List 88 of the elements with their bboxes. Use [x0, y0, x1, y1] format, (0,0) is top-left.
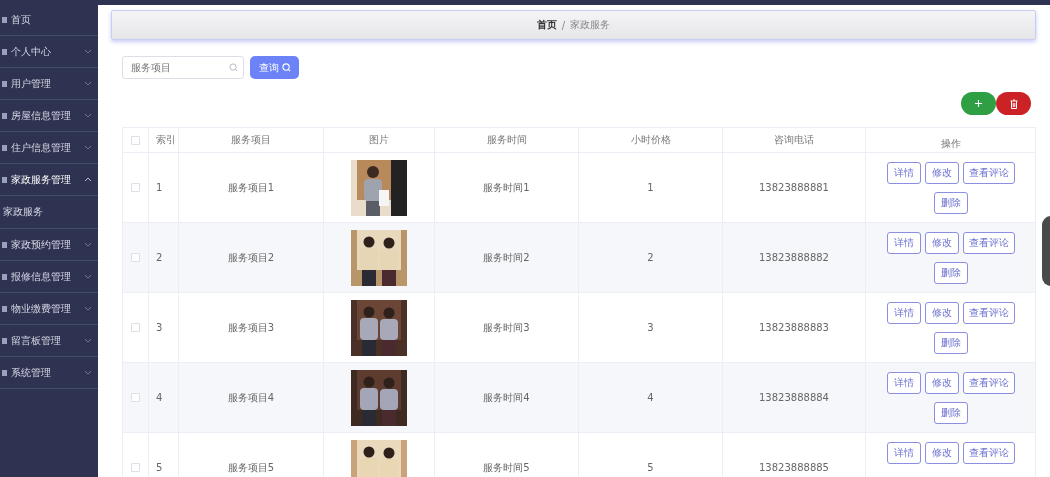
row-action-button[interactable]: 查看评论: [962, 302, 1015, 324]
column-header: 索引: [149, 128, 179, 152]
table-cell: 服务时间4: [483, 390, 530, 405]
menu-item-icon: [2, 48, 7, 55]
add-button[interactable]: [961, 92, 996, 115]
table-cell: 1: [156, 182, 163, 193]
row-action-button[interactable]: 修改: [924, 162, 959, 184]
checkbox[interactable]: [131, 323, 140, 332]
checkbox[interactable]: [131, 183, 140, 192]
table-cell: 服务时间2: [483, 250, 530, 265]
menu-item-icon: [2, 112, 7, 119]
menu-item-icon: [2, 337, 7, 344]
row-action-button[interactable]: 详情: [886, 232, 921, 254]
row-action-button[interactable]: 查看评论: [962, 372, 1015, 394]
column-header: 咨询电话: [723, 128, 866, 152]
table-cell: 13823888885: [759, 462, 829, 473]
row-action-button[interactable]: 删除: [933, 262, 968, 284]
row-action-button[interactable]: 详情: [886, 162, 921, 184]
row-action-button[interactable]: 详情: [886, 372, 921, 394]
menu-item-icon: [2, 369, 7, 376]
table-cell: 服务项目1: [227, 180, 275, 195]
table-cell: 13823888882: [759, 252, 829, 263]
chevron-icon: [84, 49, 92, 54]
chevron-icon: [84, 81, 92, 86]
column-header: 服务项目: [179, 128, 324, 152]
menu-item-icon: [2, 176, 7, 183]
table-cell: 服务项目2: [227, 250, 275, 265]
row-action-button[interactable]: 查看评论: [962, 162, 1015, 184]
plus-icon: [974, 99, 983, 108]
search-field[interactable]: 服务项目: [122, 56, 244, 79]
table-cell: 5: [647, 462, 654, 473]
breadcrumb-link[interactable]: 首页: [536, 18, 557, 32]
chevron-icon: [84, 145, 92, 150]
menu-item-icon: [2, 80, 7, 87]
table-cell: 2: [156, 252, 163, 263]
table-cell: 2: [647, 252, 654, 263]
checkbox[interactable]: [131, 135, 140, 145]
checkbox[interactable]: [131, 393, 140, 402]
chevron-icon: [84, 113, 92, 118]
table-cell: 3: [647, 322, 654, 333]
table-cell: 服务项目4: [227, 390, 275, 405]
row-action-button[interactable]: 删除: [933, 402, 968, 424]
table-cell: 13823888884: [759, 392, 829, 403]
chevron-icon: [84, 370, 92, 375]
menu-item-icon: [2, 16, 7, 23]
table-cell: 服务时间5: [483, 460, 530, 475]
row-action-button[interactable]: 修改: [924, 442, 959, 464]
search-button[interactable]: 查询: [250, 56, 299, 79]
chevron-icon: [84, 306, 92, 311]
delete-button[interactable]: [996, 92, 1031, 115]
trash-icon: [1009, 98, 1018, 109]
breadcrumb-separator: /: [561, 19, 566, 31]
column-header: 操作: [939, 137, 962, 151]
row-action-button[interactable]: 查看评论: [962, 442, 1015, 464]
table-cell: 4: [647, 392, 654, 403]
menu-item-icon: [2, 144, 7, 151]
table-cell: 5: [156, 462, 163, 473]
menu-item-icon: [2, 241, 7, 248]
chevron-icon: [84, 242, 92, 247]
row-action-button[interactable]: 详情: [886, 442, 921, 464]
table-cell: 13823888881: [759, 182, 829, 193]
table-cell: 1: [647, 182, 654, 193]
menu-item-icon: [2, 305, 7, 312]
table-cell: 服务项目3: [227, 320, 275, 335]
row-action-button[interactable]: 修改: [924, 372, 959, 394]
row-action-button[interactable]: 删除: [933, 192, 968, 214]
checkbox[interactable]: [131, 253, 140, 262]
row-action-button[interactable]: 修改: [924, 232, 959, 254]
search-icon: [281, 63, 291, 72]
chevron-icon: [84, 274, 92, 279]
chevron-icon: [84, 177, 92, 182]
column-header: 服务时间: [435, 128, 579, 152]
column-header: 小时价格: [579, 128, 723, 152]
search-icon: [229, 63, 238, 72]
table-cell: 服务时间1: [483, 180, 530, 195]
table-cell: 13823888883: [759, 322, 829, 333]
menu-item-icon: [2, 273, 7, 280]
chevron-icon: [84, 338, 92, 343]
column-header: 图片: [324, 128, 435, 152]
checkbox[interactable]: [131, 463, 140, 472]
row-action-button[interactable]: 删除: [933, 332, 968, 354]
table-cell: 服务项目5: [227, 460, 275, 475]
table-cell: 3: [156, 322, 163, 333]
row-action-button[interactable]: 修改: [924, 302, 959, 324]
table-cell: 服务时间3: [483, 320, 530, 335]
row-action-button[interactable]: 详情: [886, 302, 921, 324]
row-action-button[interactable]: 查看评论: [962, 232, 1015, 254]
table-cell: 4: [156, 392, 163, 403]
